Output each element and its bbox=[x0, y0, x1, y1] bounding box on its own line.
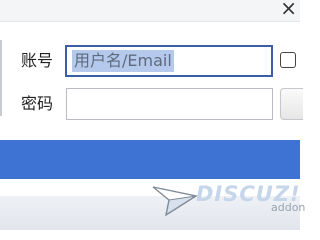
paper-plane-icon bbox=[152, 186, 198, 216]
dialog-title-bar: × bbox=[0, 0, 300, 22]
logo-subtext: addon bbox=[271, 201, 306, 214]
account-field[interactable]: 用户名/Email bbox=[65, 45, 273, 77]
blue-band bbox=[0, 140, 300, 179]
account-placeholder: 用户名/Email bbox=[72, 50, 174, 72]
account-label: 账号 bbox=[21, 51, 54, 70]
password-side-button[interactable] bbox=[280, 88, 303, 120]
remember-checkbox[interactable] bbox=[280, 52, 296, 68]
password-field[interactable] bbox=[66, 88, 276, 120]
close-icon[interactable]: × bbox=[280, 0, 297, 18]
form-divider bbox=[0, 40, 2, 116]
password-label: 密码 bbox=[21, 94, 54, 113]
password-input[interactable] bbox=[67, 89, 276, 119]
discuz-logo: DISCUZ! addon bbox=[152, 180, 305, 220]
